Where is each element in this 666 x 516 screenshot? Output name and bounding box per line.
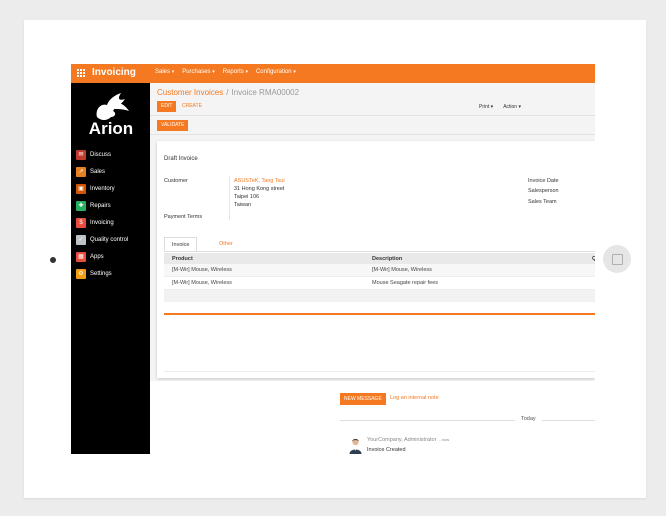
breadcrumb: Customer Invoices / Invoice RMA00002 (157, 88, 299, 97)
square-icon (612, 254, 623, 265)
sidebar-item-invoicing[interactable]: $ Invoicing (76, 214, 128, 231)
payment-terms-label: Payment Terms (164, 214, 203, 220)
create-button[interactable]: CREATE (182, 101, 202, 112)
customer-label: Customer (164, 178, 188, 184)
sidebar-item-sales[interactable]: ↗ Sales (76, 163, 128, 180)
repairs-icon: ✚ (76, 200, 86, 211)
address-line: Taipei 106 (234, 194, 260, 200)
top-menu: Sales ▾ Purchases ▾ Reports ▾ Configurat… (155, 69, 296, 75)
sidebar-item-label: Discuss (90, 151, 112, 158)
message-author: YourCompany, Administrator - now (367, 437, 450, 443)
column-header-product[interactable]: Product (172, 256, 193, 262)
sidebar-menu: ✉ Discuss ↗ Sales ▣ Inventory ✚ Repairs … (76, 146, 128, 282)
edit-button[interactable]: EDIT (157, 101, 177, 112)
divider (164, 371, 595, 372)
chatter-panel: NEW MESSAGE Log an internal note Today Y… (150, 381, 595, 454)
invoice-status-title: Draft Invoice (164, 156, 198, 162)
sidebar-item-apps[interactable]: ▦ Apps (76, 248, 128, 265)
invoice-sheet: Draft Invoice Customer ASUSTeK, Tang Tsu… (157, 141, 595, 378)
date-separator-label: Today (515, 416, 542, 422)
tab-other-info[interactable]: Other Info (212, 237, 240, 261)
top-menu-configuration[interactable]: Configuration ▾ (256, 69, 296, 75)
top-bar: Invoicing Sales ▾ Purchases ▾ Reports ▾ … (71, 64, 595, 83)
cell-description: [M-Wir] Mouse, Wireless (372, 267, 432, 273)
top-menu-reports[interactable]: Reports ▾ (223, 69, 248, 75)
toolbar-right: Print ▾ Action ▾ (479, 104, 521, 110)
sidebar-item-label: Settings (90, 270, 112, 277)
invoice-lines-table: Product Description Q [M-Wir] Mouse, Wir… (164, 253, 595, 302)
breadcrumb-separator: / (226, 88, 229, 97)
action-dropdown[interactable]: Action ▾ (503, 104, 521, 110)
top-menu-purchases[interactable]: Purchases ▾ (182, 69, 215, 75)
apps-grid-icon[interactable] (77, 69, 85, 77)
log-internal-note-link[interactable]: Log an internal note (390, 395, 439, 401)
sidebar-item-label: Repairs (90, 202, 111, 209)
customer-name-link[interactable]: ASUSTeK, Tang Tsui (234, 178, 285, 184)
invoicing-icon: $ (76, 217, 86, 228)
quality-control-icon: ✓ (76, 234, 86, 245)
sidebar-item-label: Apps (90, 253, 104, 260)
date-separator-line (340, 420, 595, 421)
carousel-next-button[interactable] (603, 245, 631, 273)
sidebar-item-discuss[interactable]: ✉ Discuss (76, 146, 128, 163)
table-row[interactable]: [M-Wir] Mouse, Wireless [M-Wir] Mouse, W… (164, 264, 595, 277)
address-line: 31 Hong Kong street (234, 186, 285, 192)
invoice-date-label: Invoice Date (528, 178, 559, 184)
divider (150, 115, 595, 116)
carousel-indicator-dot[interactable] (50, 257, 56, 263)
message-body: Invoice Created (367, 447, 406, 453)
totals-accent-bar (164, 313, 595, 315)
new-message-button[interactable]: NEW MESSAGE (340, 393, 386, 405)
sales-team-label: Sales Team (528, 199, 557, 205)
validate-button[interactable]: VALIDATE (157, 120, 189, 131)
sidebar-item-label: Invoicing (90, 219, 114, 226)
column-header-description[interactable]: Description (372, 256, 402, 262)
tab-divider (164, 251, 595, 252)
sidebar-item-inventory[interactable]: ▣ Inventory (76, 180, 128, 197)
table-row[interactable]: [M-Wir] Mouse, Wireless Mouse Seagate re… (164, 277, 595, 290)
breadcrumb-current: Invoice RMA00002 (231, 88, 300, 97)
cell-product: [M-Wir] Mouse, Wireless (172, 280, 232, 286)
apps-icon: ▦ (76, 251, 86, 262)
sidebar-item-quality-control[interactable]: ✓ Quality control (76, 231, 128, 248)
column-header-quantity[interactable]: Q (592, 256, 595, 262)
cell-description: Mouse Seagate repair fees (372, 280, 439, 286)
sidebar: Arion ✉ Discuss ↗ Sales ▣ Inventory ✚ Re… (71, 83, 150, 454)
app-title: Invoicing (92, 67, 136, 78)
main-content: Customer Invoices / Invoice RMA00002 EDIT … (150, 83, 595, 454)
sidebar-item-repairs[interactable]: ✚ Repairs (76, 197, 128, 214)
sales-icon: ↗ (76, 166, 86, 177)
sidebar-item-settings[interactable]: ⚙ Settings (76, 265, 128, 282)
app-window: Invoicing Sales ▾ Purchases ▾ Reports ▾ … (71, 64, 595, 454)
top-menu-sales[interactable]: Sales ▾ (155, 69, 174, 75)
inventory-icon: ▣ (76, 183, 86, 194)
table-empty-row (164, 290, 595, 302)
avatar (349, 438, 362, 454)
message-time: - now (439, 437, 450, 442)
discuss-icon: ✉ (76, 149, 86, 160)
logo-text: Arion (88, 119, 134, 138)
print-dropdown[interactable]: Print ▾ (479, 104, 493, 110)
sidebar-item-label: Inventory (90, 185, 115, 192)
cell-product: [M-Wir] Mouse, Wireless (172, 267, 232, 273)
sidebar-item-label: Sales (90, 168, 106, 175)
address-line: Taiwan (234, 202, 252, 208)
salesperson-label: Salesperson (528, 188, 559, 194)
table-header: Product Description Q (164, 253, 595, 264)
sidebar-item-label: Quality control (90, 236, 129, 243)
field-divider (229, 176, 230, 220)
tab-invoice-lines[interactable]: Invoice Lines (164, 237, 198, 262)
breadcrumb-parent-link[interactable]: Customer Invoices (157, 88, 223, 97)
settings-icon: ⚙ (76, 268, 86, 279)
divider (150, 134, 595, 135)
